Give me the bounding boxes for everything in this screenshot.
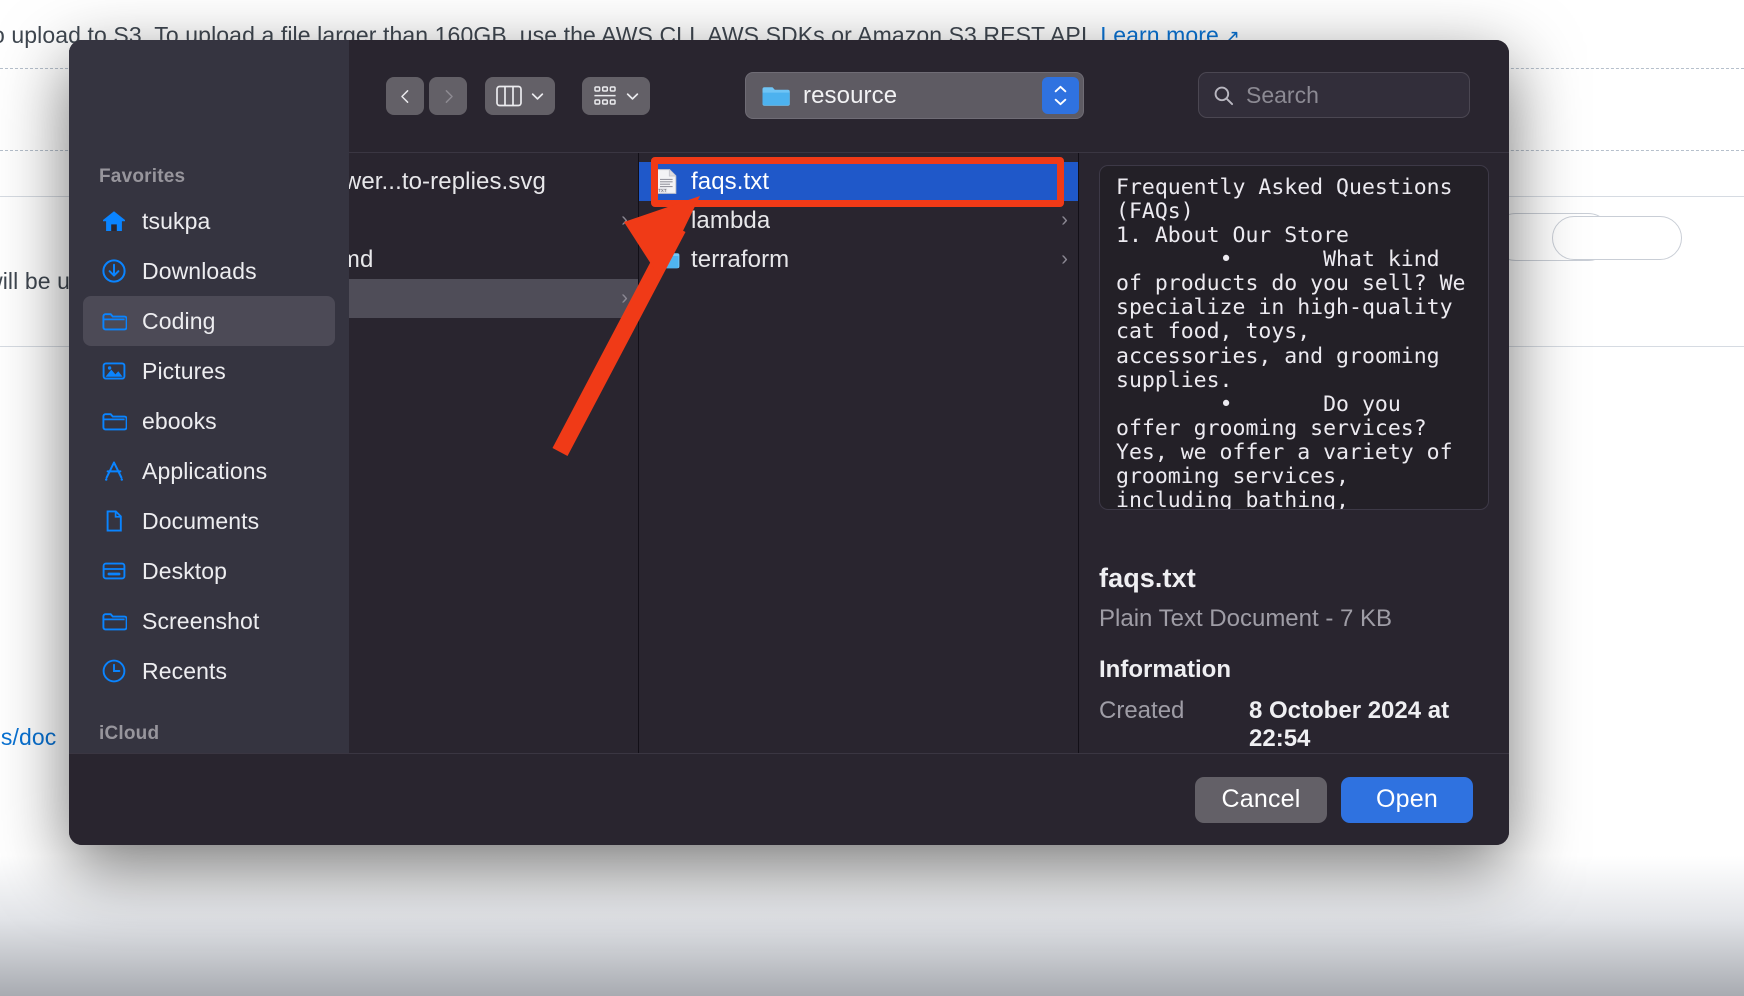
quicklook-text: Frequently Asked Questions (FAQs) 1. Abo… <box>1116 175 1466 510</box>
document-icon <box>106 510 122 532</box>
sidebar-item-pictures[interactable]: Pictures <box>83 346 335 396</box>
preview-info-row: Created 8 October 2024 at 22:54 <box>1099 697 1489 753</box>
file-name: power...to-replies.svg <box>349 167 546 195</box>
preview-info-value: 8 October 2024 at 22:54 <box>1249 697 1450 752</box>
list-item[interactable]: E.md <box>349 240 638 279</box>
column-view-icon <box>496 85 522 107</box>
chevron-left-icon <box>400 89 408 103</box>
group-by-button[interactable] <box>582 77 650 115</box>
sidebar-item-applications[interactable]: Applications <box>83 446 335 496</box>
home-icon <box>103 211 125 231</box>
quicklook-preview: Frequently Asked Questions (FAQs) 1. Abo… <box>1099 165 1489 510</box>
sidebar-item-label: Coding <box>142 307 216 334</box>
folder-icon <box>762 86 790 106</box>
sidebar-toolbar-background <box>69 40 349 152</box>
chevron-right-icon: › <box>1061 248 1068 270</box>
cancel-button[interactable]: Cancel <box>1195 776 1327 823</box>
file-open-dialog: resource Favorites <box>69 40 1509 845</box>
view-mode-button[interactable] <box>485 77 555 115</box>
sidebar-item-label: Applications <box>142 457 268 484</box>
sidebar-item-downloads[interactable]: Downloads <box>83 246 335 296</box>
sidebar-item-desktop[interactable]: Desktop <box>83 546 335 596</box>
preview-info-key: Created <box>1099 697 1185 724</box>
list-item-lambda[interactable]: lambda › <box>639 201 1078 240</box>
search-input[interactable] <box>1246 81 1436 109</box>
file-name: terraform <box>691 245 790 273</box>
list-item-faqs-txt[interactable]: TXT faqs.txt <box>639 162 1078 201</box>
chevron-down-icon <box>531 92 544 100</box>
desktop-icon <box>102 562 126 580</box>
app-store-icon <box>105 461 123 481</box>
background-mid-text: will be u <box>0 268 70 294</box>
clock-icon <box>102 659 126 683</box>
sidebar-item-label: Recents <box>142 657 228 684</box>
chevron-right-icon <box>445 89 453 103</box>
sidebar-item-label: Screenshot <box>142 607 260 634</box>
sidebar-item-label: Downloads <box>142 257 257 284</box>
file-column-2[interactable]: TXT faqs.txt lambda › terraform › <box>639 153 1079 753</box>
list-item[interactable]: e › <box>349 279 638 318</box>
chevron-right-icon: › <box>1061 209 1068 231</box>
folder-icon <box>654 250 680 269</box>
sidebar-item-label: tsukpa <box>142 207 211 234</box>
sidebar-item-ebooks[interactable]: ebooks <box>83 396 335 446</box>
file-name: lambda <box>691 206 771 234</box>
svg-text:TXT: TXT <box>658 188 667 193</box>
sidebar[interactable]: Favorites tsukpa Downloads Coding Pictur… <box>69 152 349 753</box>
search-icon <box>1214 86 1234 105</box>
sidebar-item-label: Documents <box>142 507 260 534</box>
list-item-terraform[interactable]: terraform › <box>639 240 1078 279</box>
dialog-footer: Cancel Open <box>69 753 1509 845</box>
sidebar-item-coding[interactable]: Coding <box>83 296 335 346</box>
file-name: E.md <box>349 245 374 273</box>
sidebar-section-favorites: Favorites <box>99 166 186 187</box>
folder-icon <box>102 313 127 331</box>
sidebar-item-documents[interactable]: Documents <box>83 496 335 546</box>
list-item[interactable]: p <box>349 318 638 357</box>
preview-file-kind: Plain Text Document - 7 KB <box>1099 605 1393 632</box>
preview-information-header: Information <box>1099 656 1231 683</box>
group-by-icon <box>594 86 616 105</box>
chevron-up-icon <box>1054 85 1067 93</box>
open-button[interactable]: Open <box>1341 776 1473 823</box>
chevron-right-icon: › <box>621 287 628 309</box>
chevron-right-icon: › <box>621 209 628 231</box>
dialog-body: Favorites tsukpa Downloads Coding Pictur… <box>69 152 1509 753</box>
list-item[interactable]: › <box>349 201 638 240</box>
search-field[interactable] <box>1198 72 1470 118</box>
txt-file-icon: TXT <box>656 169 677 194</box>
sidebar-section-icloud: iCloud <box>99 723 160 744</box>
sidebar-item-tsukpa[interactable]: tsukpa <box>83 196 335 246</box>
path-popup-button[interactable]: resource <box>745 72 1084 119</box>
background-doc-link: es/doc <box>0 724 57 750</box>
preview-file-name: faqs.txt <box>1099 563 1196 593</box>
background-gradient <box>0 856 1744 996</box>
path-stepper[interactable] <box>1042 77 1079 114</box>
path-popup-value: resource <box>803 81 898 109</box>
list-item[interactable]: power...to-replies.svg <box>349 162 638 201</box>
sidebar-item-label: Pictures <box>142 357 226 384</box>
file-name: faqs.txt <box>691 167 770 195</box>
photos-icon <box>102 362 126 380</box>
column-browser: power...to-replies.svg › E.md e › p <box>349 152 1509 753</box>
dialog-toolbar: resource <box>69 40 1509 152</box>
download-circle-icon <box>102 259 126 283</box>
sidebar-item-screenshot[interactable]: Screenshot <box>83 596 335 646</box>
chevron-down-icon <box>1054 98 1067 106</box>
back-button[interactable] <box>386 77 424 115</box>
sidebar-item-recents[interactable]: Recents <box>83 646 335 696</box>
forward-button[interactable] <box>429 77 467 115</box>
sidebar-item-label: ebooks <box>142 407 217 434</box>
file-column-1[interactable]: power...to-replies.svg › E.md e › p <box>349 153 639 753</box>
folder-icon <box>102 413 127 431</box>
sidebar-item-label: Desktop <box>142 557 228 584</box>
folder-icon <box>102 613 127 631</box>
preview-pane: Frequently Asked Questions (FAQs) 1. Abo… <box>1079 153 1509 753</box>
background-pill-2 <box>1552 216 1682 260</box>
folder-icon <box>654 211 680 230</box>
chevron-down-icon <box>626 92 639 100</box>
